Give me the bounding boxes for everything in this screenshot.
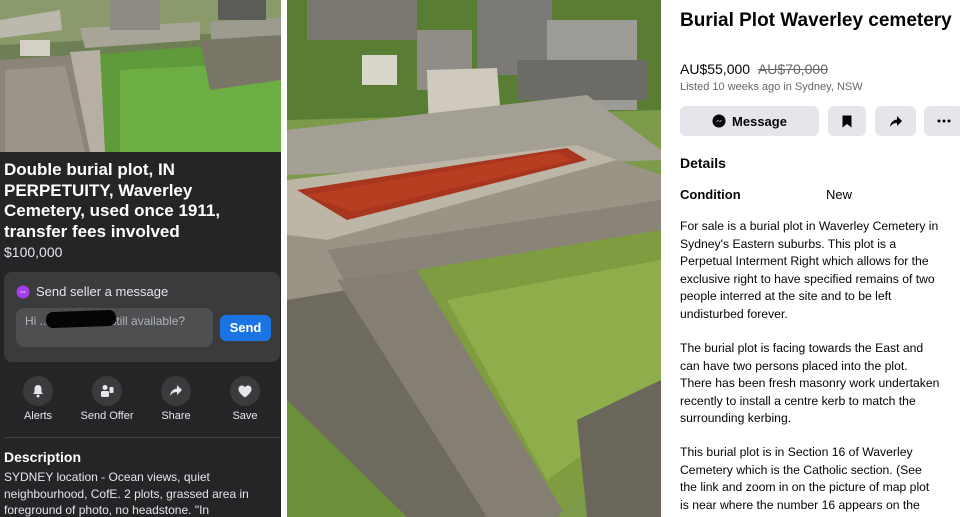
message-button-label: Message	[732, 113, 787, 129]
save-label: Save	[232, 410, 258, 422]
description-paragraph: This burial plot is in Section 16 of Wav…	[680, 445, 930, 512]
share-label: Share	[161, 410, 191, 422]
description-heading: Description	[4, 449, 82, 465]
alerts-button[interactable]: Alerts	[3, 376, 73, 422]
share-button[interactable]: Share	[141, 376, 211, 422]
action-row: Alerts Send Offer Share Save	[0, 376, 281, 426]
condition-label: Condition	[680, 187, 741, 202]
listing-price: $100,000	[4, 244, 63, 260]
save-button[interactable]: Save	[210, 376, 280, 422]
save-button[interactable]	[828, 106, 866, 136]
share-button[interactable]	[875, 106, 916, 136]
send-offer-label: Send Offer	[80, 410, 134, 422]
divider	[4, 437, 280, 438]
right-listing-panel: Burial Plot Waverley cemetery AU$55,000 …	[668, 0, 960, 517]
bookmark-icon	[842, 115, 852, 127]
redaction-mark	[45, 309, 117, 329]
send-offer-icon	[101, 385, 114, 397]
description-text: SYDNEY location - Ocean views, quiet nei…	[4, 470, 249, 517]
message-button[interactable]: Message	[680, 106, 819, 136]
heart-icon	[238, 385, 252, 397]
share-icon	[889, 115, 902, 127]
messenger-icon	[16, 285, 30, 298]
more-options-button[interactable]	[924, 106, 960, 136]
send-offer-button[interactable]: Send Offer	[72, 376, 142, 422]
messenger-icon	[712, 114, 726, 128]
listing-title: Burial Plot Waverley cemetery	[680, 10, 952, 31]
listing-title: Double burial plot, IN PERPETUITY, Waver…	[4, 160, 221, 241]
left-listing-panel: Double burial plot, IN PERPETUITY, Waver…	[0, 0, 281, 517]
send-message-card: Send seller a message Hi ...tom, is this…	[4, 272, 280, 362]
price-row: AU$55,000 AU$70,000	[680, 61, 828, 77]
bell-icon	[33, 385, 43, 398]
description-paragraph: The burial plot is facing towards the Ea…	[680, 341, 940, 425]
action-buttons: Message	[680, 106, 960, 136]
listing-photo-red-mulch-plot[interactable]	[287, 0, 661, 517]
send-message-label: Send seller a message	[36, 284, 169, 299]
alerts-label: Alerts	[23, 410, 53, 422]
listing-photo-grass-plot[interactable]	[0, 0, 281, 152]
more-icon	[937, 119, 951, 123]
share-icon	[170, 385, 182, 396]
send-button[interactable]: Send	[220, 315, 271, 341]
listing-price: AU$55,000	[680, 61, 751, 77]
send-message-header: Send seller a message	[16, 284, 168, 299]
original-price: AU$70,000	[757, 61, 829, 77]
condition-value: New	[826, 187, 853, 202]
message-input[interactable]: Hi ...tom, is this still available?	[16, 308, 213, 347]
details-heading: Details	[680, 155, 726, 171]
description-paragraph: For sale is a burial plot in Waverley Ce…	[680, 219, 939, 321]
listed-info: Listed 10 weeks ago in Sydney, NSW	[680, 81, 863, 93]
